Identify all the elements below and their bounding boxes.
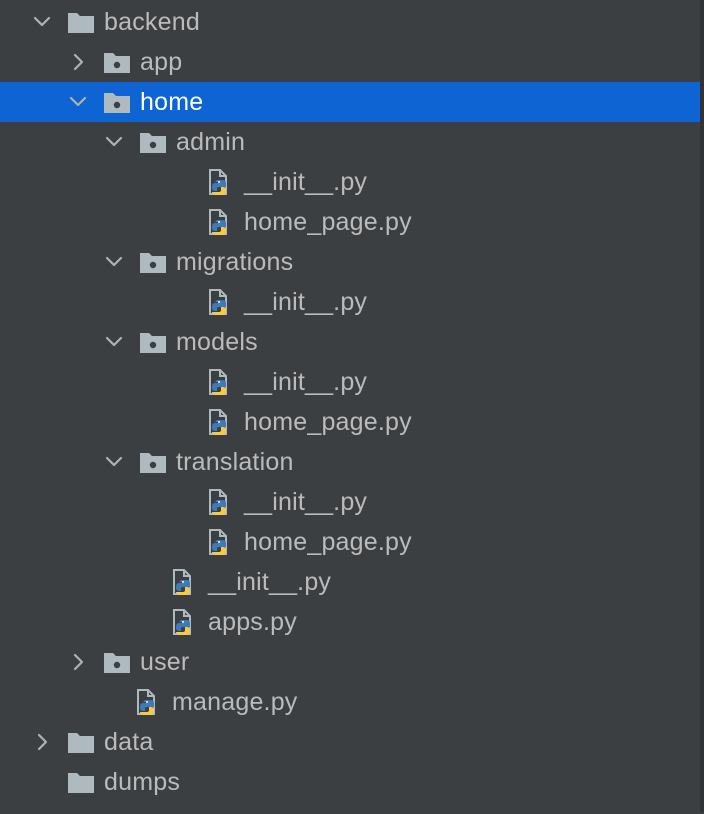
- chevron-down-icon[interactable]: [102, 450, 126, 474]
- package-folder-icon: [102, 88, 132, 116]
- tree-item-label: __init__.py: [208, 568, 332, 596]
- python-file-icon: [204, 288, 234, 316]
- tree-item-apps-py[interactable]: apps.py: [0, 602, 700, 642]
- tree-item-label: __init__.py: [244, 488, 368, 516]
- tree-item-admin[interactable]: admin: [0, 122, 700, 162]
- scrollbar-track[interactable]: [700, 0, 704, 812]
- python-file-icon: [168, 568, 198, 596]
- tree-item-home-page-py[interactable]: home_page.py: [0, 202, 700, 242]
- tree-item-label: home_page.py: [244, 208, 412, 236]
- python-file-icon: [204, 208, 234, 236]
- tree-item-label: user: [140, 648, 190, 676]
- tree-item-label: __init__.py: [244, 168, 368, 196]
- tree-item-home[interactable]: home: [0, 82, 700, 122]
- tree-item-home-page-py[interactable]: home_page.py: [0, 402, 700, 442]
- tree-item-models[interactable]: models: [0, 322, 700, 362]
- tree-item-label: dumps: [104, 768, 181, 796]
- tree-item-label: admin: [176, 128, 246, 156]
- chevron-right-icon[interactable]: [30, 730, 54, 754]
- package-folder-icon: [138, 328, 168, 356]
- folder-icon: [66, 728, 96, 756]
- tree-item-label: home_page.py: [244, 408, 412, 436]
- tree-item-init-py[interactable]: __init__.py: [0, 562, 700, 602]
- python-file-icon: [168, 608, 198, 636]
- tree-item-migrations[interactable]: migrations: [0, 242, 700, 282]
- tree-item-label: __init__.py: [244, 368, 368, 396]
- python-file-icon: [204, 488, 234, 516]
- package-folder-icon: [102, 648, 132, 676]
- project-tree: backend app home admin __init__.py home_pag…: [0, 2, 700, 814]
- tree-item-label: translation: [176, 448, 294, 476]
- package-folder-icon: [138, 448, 168, 476]
- tree-item-init-py[interactable]: __init__.py: [0, 162, 700, 202]
- python-file-icon: [204, 168, 234, 196]
- tree-item-label: manage.py: [172, 688, 298, 716]
- tree-item-init-py[interactable]: __init__.py: [0, 362, 700, 402]
- chevron-down-icon[interactable]: [30, 10, 54, 34]
- tree-item-user[interactable]: user: [0, 642, 700, 682]
- package-folder-icon: [138, 248, 168, 276]
- chevron-down-icon[interactable]: [102, 250, 126, 274]
- tree-item-label: apps.py: [208, 608, 297, 636]
- tree-item-init-py[interactable]: __init__.py: [0, 282, 700, 322]
- package-folder-icon: [102, 48, 132, 76]
- tree-item-label: app: [140, 48, 183, 76]
- python-file-icon: [204, 368, 234, 396]
- tree-item-label: home_page.py: [244, 528, 412, 556]
- tree-item-backend[interactable]: backend: [0, 2, 700, 42]
- tree-item-label: __init__.py: [244, 288, 368, 316]
- tree-item-label: home: [140, 88, 204, 116]
- chevron-right-icon[interactable]: [66, 50, 90, 74]
- python-file-icon: [204, 528, 234, 556]
- tree-item-label: migrations: [176, 248, 294, 276]
- tree-item-home-page-py[interactable]: home_page.py: [0, 522, 700, 562]
- tree-item-label: backend: [104, 8, 200, 36]
- tree-item-app[interactable]: app: [0, 42, 700, 82]
- tree-item-translation[interactable]: translation: [0, 442, 700, 482]
- python-file-icon: [204, 408, 234, 436]
- tree-item-label: data: [104, 728, 154, 756]
- tree-item-label: models: [176, 328, 258, 356]
- chevron-down-icon[interactable]: [102, 130, 126, 154]
- tree-item-dumps[interactable]: dumps: [0, 762, 700, 802]
- python-file-icon: [132, 688, 162, 716]
- package-folder-icon: [138, 128, 168, 156]
- tree-item-init-py[interactable]: __init__.py: [0, 482, 700, 522]
- chevron-right-icon[interactable]: [66, 650, 90, 674]
- folder-icon: [66, 768, 96, 796]
- folder-icon: [66, 8, 96, 36]
- tree-item-data[interactable]: data: [0, 722, 700, 762]
- chevron-down-icon[interactable]: [102, 330, 126, 354]
- tree-item-manage-py[interactable]: manage.py: [0, 682, 700, 722]
- chevron-down-icon[interactable]: [66, 90, 90, 114]
